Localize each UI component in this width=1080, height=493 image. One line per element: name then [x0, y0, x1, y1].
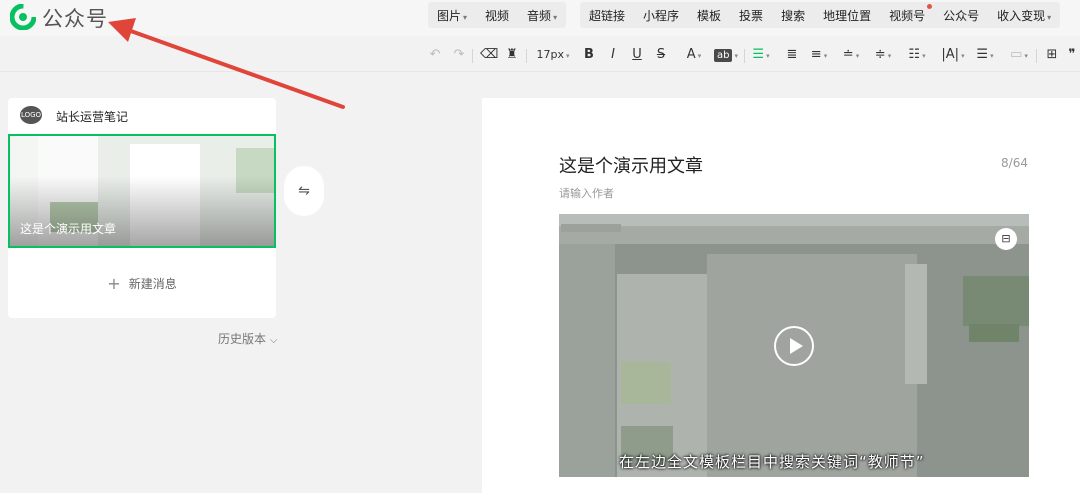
caret-down-icon: ▾	[961, 52, 965, 60]
insert-menu: 超链接 小程序 模板 投票 搜索 地理位置 视频号 公众号 收入变现 ▾	[580, 2, 1061, 28]
menu-channels[interactable]: 视频号	[880, 3, 934, 24]
eraser-icon[interactable]: ⌫	[480, 46, 498, 64]
caret-down-icon: ▾	[766, 52, 770, 60]
video-frame-part	[561, 224, 621, 232]
divider	[472, 49, 473, 63]
underline-button[interactable]: U	[630, 46, 644, 64]
plus-icon: +	[107, 274, 121, 293]
paragraph-after-icon[interactable]: ≑ ▾	[872, 46, 894, 64]
table-icon[interactable]: ⊞	[1044, 46, 1060, 64]
caret-down-icon: ▾	[565, 52, 570, 60]
article-thumbnail[interactable]: 这是个演示用文章	[8, 134, 276, 248]
list-icon[interactable]: ☰ ▾	[974, 46, 996, 64]
chevron-down-icon: ⌵	[269, 335, 278, 346]
menu-mini-program[interactable]: 小程序	[634, 7, 688, 24]
video-frame-part	[621, 362, 671, 404]
video-frame-part	[559, 214, 1029, 226]
float-icon[interactable]: ▭ ▾	[1008, 46, 1030, 64]
video-frame-part	[707, 254, 917, 477]
wechat-mp-logo-icon	[10, 4, 36, 30]
video-frame-part	[905, 264, 927, 384]
caret-down-icon: ▾	[697, 52, 702, 60]
format-toolbar: ↶ ↷ ⌫ ♜ 17px ▾ B I U S A ▾ ab ▾ ☰ ▾ ≣ ≡ ▾ ≐ ▾ …	[0, 38, 1080, 72]
undo-icon[interactable]: ↶	[428, 46, 442, 64]
play-icon[interactable]	[774, 326, 814, 366]
video-subtitle: 在左边全文模板栏目中搜索关键词“教师节”	[619, 453, 925, 471]
caret-down-icon: ▾	[823, 52, 828, 60]
top-bar: 公众号 图片 ▾ 视频 音频 ▾ 超链接 小程序 模板 投票 搜索 地理位置 视频号…	[0, 0, 1080, 36]
italic-button[interactable]: I	[606, 46, 620, 64]
title-char-count: 8/64	[1001, 156, 1028, 170]
quote-icon[interactable]: ❞	[1066, 46, 1078, 64]
menu-official-account[interactable]: 公众号	[934, 7, 988, 24]
menu-vote[interactable]: 投票	[730, 7, 772, 24]
caret-down-icon: ▾	[887, 52, 892, 60]
caret-down-icon: ▾	[922, 52, 926, 60]
menu-audio[interactable]: 音频 ▾	[518, 7, 566, 24]
caret-down-icon: ▾	[855, 52, 860, 60]
caret-down-icon: ▾	[734, 52, 738, 60]
thumbnail-title: 这是个演示用文章	[20, 222, 117, 236]
bold-button[interactable]: B	[582, 46, 596, 64]
redo-icon[interactable]: ↷	[452, 46, 466, 64]
brand-title: 公众号	[42, 7, 108, 31]
format-painter-icon[interactable]: ♜	[504, 46, 520, 64]
line-spacing-icon[interactable]: ≡ ▾	[808, 46, 830, 64]
article-title-input[interactable]: 这是个演示用文章	[559, 152, 703, 178]
caret-down-icon: ▾	[990, 52, 994, 60]
menu-monetization[interactable]: 收入变现 ▾	[988, 7, 1060, 24]
swap-icon[interactable]: ⇋	[284, 166, 324, 216]
history-version-link[interactable]: 历史版本 ⌵	[218, 330, 277, 347]
menu-search[interactable]: 搜索	[772, 7, 814, 24]
video-menu-icon[interactable]: ⊟	[995, 228, 1017, 250]
editor-area: 这是个演示用文章 8/64 请输入作者 ⊟ 在左边全文模板栏目中搜索关键词“教师…	[482, 98, 1080, 493]
paragraph-spacing-icon[interactable]: ≐ ▾	[840, 46, 862, 64]
video-frame-part	[963, 276, 1029, 326]
menu-image[interactable]: 图片 ▾	[428, 7, 476, 24]
font-color-button[interactable]: A ▾	[682, 46, 706, 64]
align-justify-icon[interactable]: ☰ ▾	[750, 46, 772, 64]
divider	[744, 49, 745, 63]
menu-template[interactable]: 模板	[688, 7, 730, 24]
highlight-color-button[interactable]: ab ▾	[712, 46, 740, 64]
video-frame-part	[559, 226, 1029, 244]
media-menu: 图片 ▾ 视频 音频 ▾	[428, 2, 567, 28]
font-size-select[interactable]: 17px ▾	[534, 46, 572, 64]
menu-hyperlink[interactable]: 超链接	[580, 7, 634, 24]
video-frame-part	[559, 244, 615, 477]
embedded-video[interactable]: ⊟ 在左边全文模板栏目中搜索关键词“教师节”	[559, 214, 1029, 477]
notification-dot	[927, 3, 933, 9]
menu-video[interactable]: 视频	[476, 7, 518, 24]
article-list-card: LOGO 站长运营笔记 这是个演示用文章 + 新建消息	[8, 98, 276, 318]
divider	[526, 49, 527, 63]
indent-icon[interactable]: ≣	[784, 46, 800, 64]
video-frame-part	[969, 324, 1019, 342]
avatar: LOGO	[20, 106, 42, 124]
caret-down-icon: ▾	[1024, 52, 1028, 60]
new-message-button[interactable]: + 新建消息	[8, 274, 276, 293]
menu-location[interactable]: 地理位置	[814, 7, 880, 24]
letter-spacing-icon[interactable]: |A| ▾	[940, 46, 966, 64]
both-indent-icon[interactable]: ☷ ▾	[906, 46, 928, 64]
divider	[1036, 49, 1037, 63]
caret-down-icon: ▾	[553, 12, 558, 22]
caret-down-icon: ▾	[463, 12, 468, 22]
new-message-label: 新建消息	[128, 277, 177, 291]
strikethrough-button[interactable]: S	[654, 46, 668, 64]
author-input[interactable]: 请输入作者	[559, 185, 614, 201]
caret-down-icon: ▾	[1047, 12, 1052, 22]
account-name: 站长运营笔记	[56, 110, 129, 124]
